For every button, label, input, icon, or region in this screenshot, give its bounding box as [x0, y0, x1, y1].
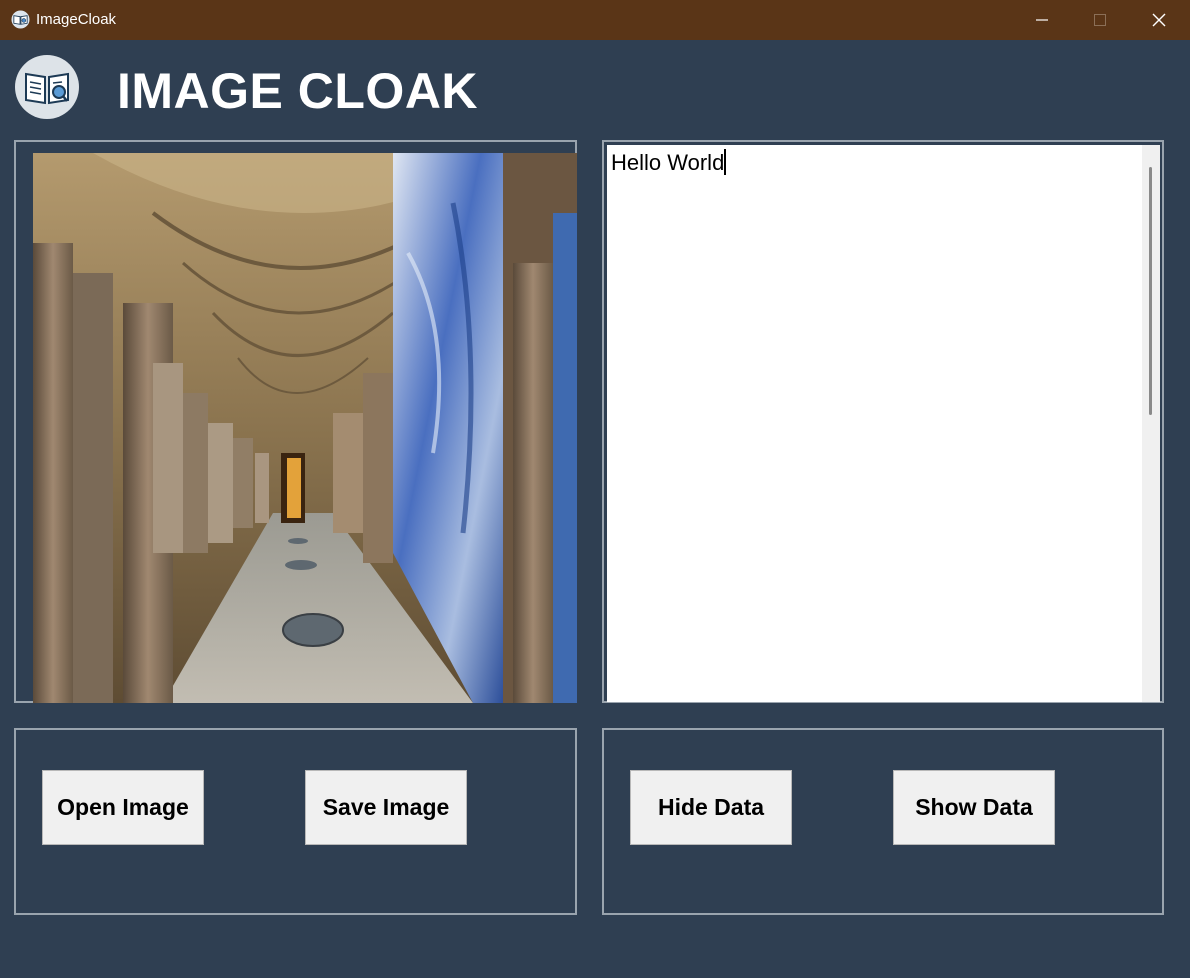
text-scrollbar[interactable] [1142, 145, 1160, 702]
save-image-button[interactable]: Save Image [305, 770, 467, 845]
app-title: IMAGE CLOAK [117, 63, 479, 119]
image-panel [14, 140, 577, 703]
main-window: IMAGE CLOAK Hello World Open Image Save … [0, 40, 1190, 978]
app-icon [11, 10, 30, 29]
book-search-icon [15, 55, 79, 119]
close-icon [1152, 13, 1166, 27]
image-actions-panel: Open Image Save Image [14, 728, 577, 915]
text-caret [724, 149, 727, 175]
message-textarea[interactable]: Hello World [607, 145, 1145, 702]
cover-image [33, 153, 577, 703]
minimize-button[interactable] [1013, 0, 1071, 40]
open-image-button[interactable]: Open Image [42, 770, 204, 845]
window-title: ImageCloak [36, 11, 117, 28]
minimize-icon [1036, 19, 1048, 21]
show-data-button[interactable]: Show Data [893, 770, 1055, 845]
maximize-button[interactable] [1071, 0, 1129, 40]
photo-icon [33, 153, 577, 703]
scrollbar-thumb[interactable] [1149, 167, 1152, 415]
hide-data-button[interactable]: Hide Data [630, 770, 792, 845]
message-text: Hello World [611, 150, 725, 175]
text-panel: Hello World [602, 140, 1164, 703]
data-actions-panel: Hide Data Show Data [602, 728, 1164, 915]
close-button[interactable] [1130, 0, 1188, 40]
title-bar: ImageCloak [0, 0, 1190, 40]
maximize-icon [1094, 14, 1106, 26]
